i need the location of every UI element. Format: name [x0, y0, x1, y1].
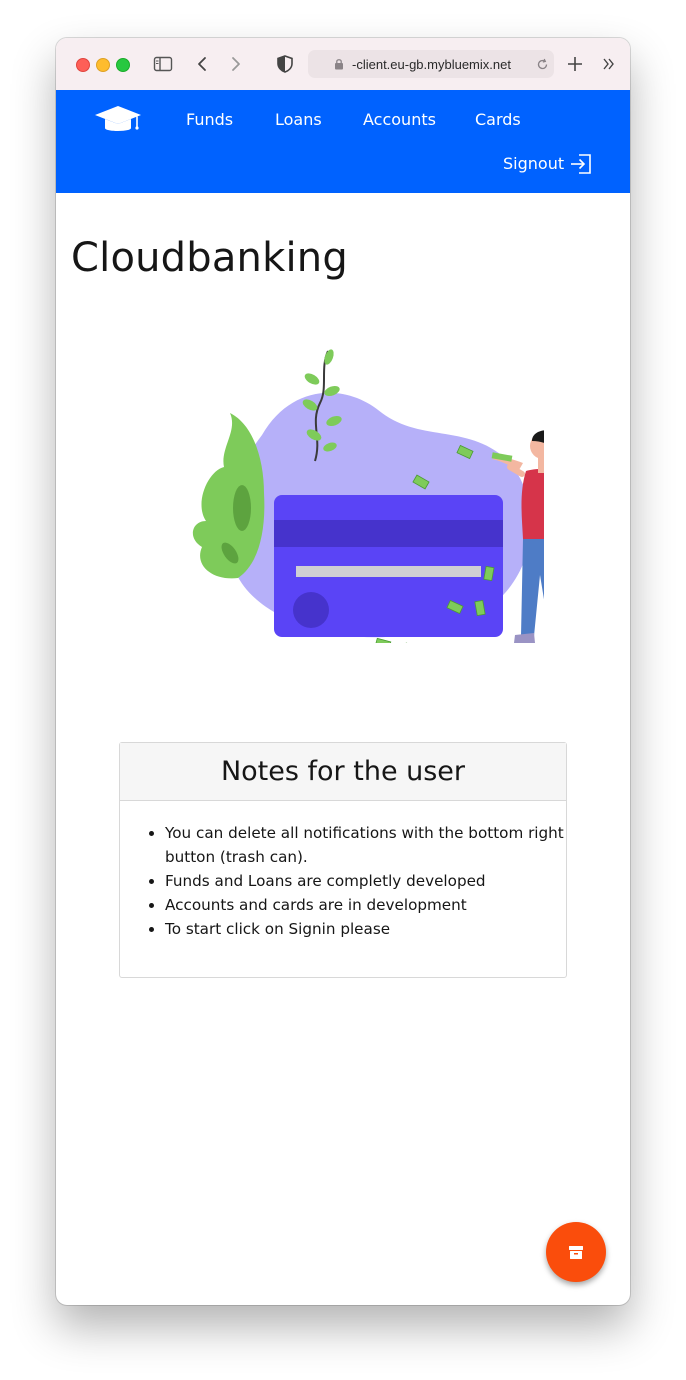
nav-link-cards[interactable]: Cards: [475, 110, 521, 129]
url-text: -client.eu-gb.mybluemix.net: [352, 57, 511, 72]
list-item: Accounts and cards are in development: [165, 893, 566, 917]
browser-window: -client.eu-gb.mybluemix.net Funds Loans …: [56, 38, 630, 1305]
forward-icon[interactable]: [225, 53, 247, 75]
clear-notifications-button[interactable]: [546, 1222, 606, 1282]
back-icon[interactable]: [191, 53, 213, 75]
graduation-cap-logo-icon[interactable]: [94, 104, 142, 138]
list-item: Funds and Loans are completly developed: [165, 869, 566, 893]
lock-icon: [335, 59, 343, 70]
new-tab-icon[interactable]: [564, 53, 586, 75]
reload-icon[interactable]: [536, 58, 549, 71]
notes-title: Notes for the user: [120, 743, 566, 801]
app-navbar: Funds Loans Accounts Cards Signout: [56, 90, 630, 193]
browser-toolbar: -client.eu-gb.mybluemix.net: [56, 38, 630, 91]
sidebar-icon[interactable]: [152, 53, 174, 75]
nav-link-funds[interactable]: Funds: [186, 110, 233, 129]
close-window-button[interactable]: [76, 58, 90, 72]
notes-card: Notes for the user You can delete all no…: [119, 742, 567, 978]
nav-link-accounts[interactable]: Accounts: [363, 110, 436, 129]
minimize-window-button[interactable]: [96, 58, 110, 72]
page-title: Cloudbanking: [71, 235, 348, 281]
notes-list: You can delete all notifications with th…: [120, 801, 566, 941]
credit-card-illustration: [192, 349, 544, 643]
login-arrow-icon: [571, 154, 591, 174]
nav-link-loans[interactable]: Loans: [275, 110, 322, 129]
signout-label: Signout: [503, 154, 565, 173]
privacy-shield-icon[interactable]: [274, 53, 296, 75]
more-tabs-icon[interactable]: [598, 53, 620, 75]
zoom-window-button[interactable]: [116, 58, 130, 72]
address-bar[interactable]: -client.eu-gb.mybluemix.net: [308, 50, 554, 78]
archive-icon: [569, 1246, 583, 1259]
list-item: You can delete all notifications with th…: [165, 821, 566, 869]
list-item: To start click on Signin please: [165, 917, 566, 941]
